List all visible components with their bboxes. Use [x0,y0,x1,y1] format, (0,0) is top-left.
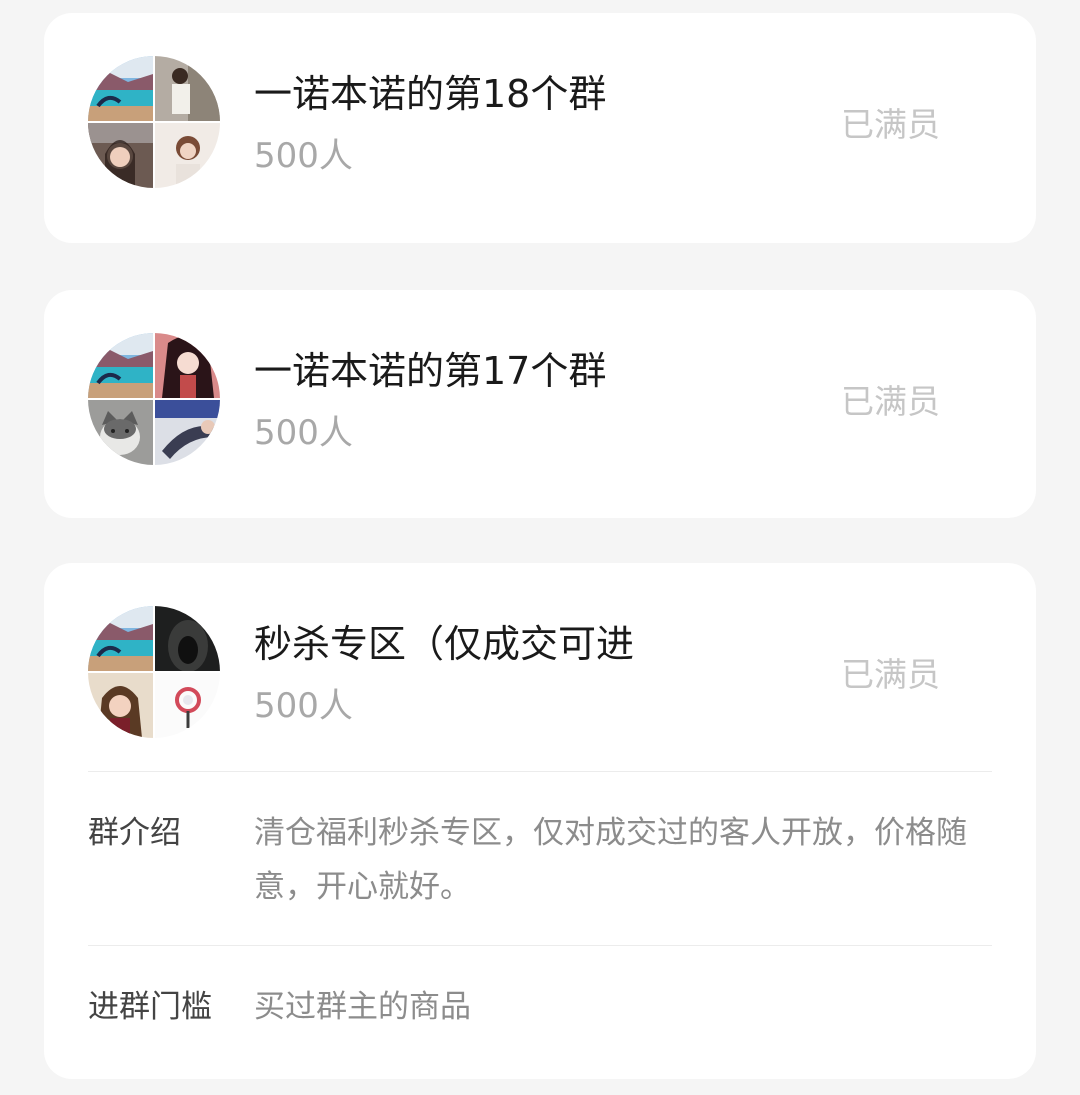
status-label: 已满员 [841,655,940,694]
woman-selfie-photo [88,123,153,188]
lake-landscape-photo [88,56,153,121]
member-count: 500人 [254,136,353,176]
cat-photo [88,400,153,465]
group-name: 秒杀专区（仅成交可进 [254,622,635,666]
threshold-text: 买过群主的商品 [254,989,471,1025]
anime-girl-photo [155,333,220,398]
group-name: 一诺本诺的第18个群 [254,72,607,116]
group-name: 一诺本诺的第17个群 [254,349,607,393]
status-label: 已满员 [841,105,940,144]
lake-landscape-photo [88,606,153,671]
group-row[interactable]: 秒杀专区（仅成交可进 500人 已满员 [44,563,1036,793]
group-avatar [88,56,220,188]
person-lying-photo [155,400,220,465]
group-row[interactable]: 一诺本诺的第18个群 500人 已满员 [44,13,1036,243]
group-avatar [88,606,220,738]
group-avatar [88,333,220,465]
member-count: 500人 [254,413,353,453]
woman-selfie-photo [88,673,153,738]
threshold-label: 进群门槛 [88,989,212,1025]
girl-portrait-photo [155,123,220,188]
status-label: 已满员 [841,382,940,421]
member-count: 500人 [254,686,353,726]
group-card-flash-sale[interactable]: 秒杀专区（仅成交可进 500人 已满员 群介绍 清仓福利秒杀专区，仅对成交过的客… [44,563,1036,1079]
group-row[interactable]: 一诺本诺的第17个群 500人 已满员 [44,290,1036,520]
group-card-18[interactable]: 一诺本诺的第18个群 500人 已满员 [44,13,1036,243]
divider [88,945,992,946]
intro-label: 群介绍 [88,815,181,851]
group-card-17[interactable]: 一诺本诺的第17个群 500人 已满员 [44,290,1036,518]
lollipop-icon [155,673,220,738]
dark-cave-photo [155,606,220,672]
lake-landscape-photo [88,333,153,398]
divider [88,771,992,772]
person-in-room-photo [155,56,220,121]
intro-text: 清仓福利秒杀专区，仅对成交过的客人开放，价格随意，开心就好。 [254,815,967,905]
